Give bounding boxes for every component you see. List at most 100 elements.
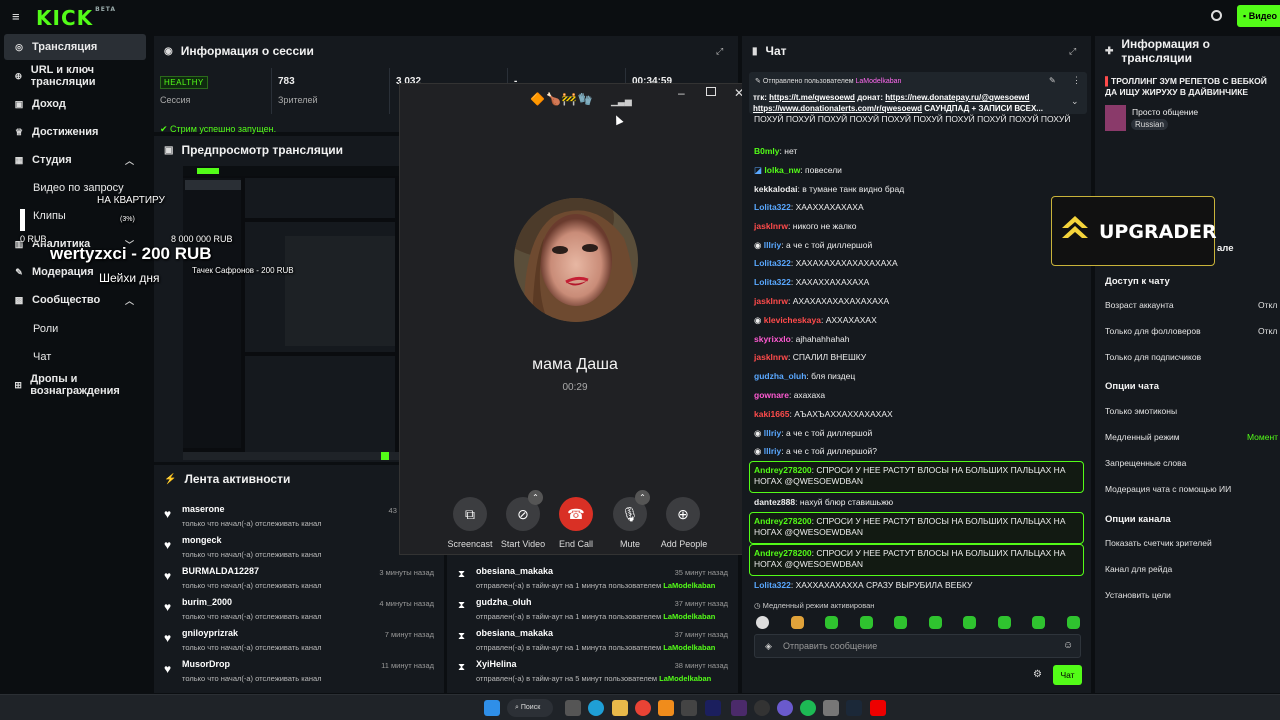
feed-user[interactable]: maserone	[182, 504, 225, 514]
sidebar-item-studio[interactable]: ▦ Студия ︿	[4, 147, 146, 173]
chat-message: jasklnrw: СПАЛИЛ ВНЕШКУ	[754, 352, 867, 362]
kick-logo[interactable]: KICK BETA	[36, 6, 116, 30]
help-icon[interactable]	[1211, 10, 1222, 21]
expand-icon[interactable]: ⤢	[716, 46, 723, 57]
emote-icon[interactable]	[756, 616, 769, 629]
badge-icon: ◉	[754, 240, 764, 250]
feed-user[interactable]: obesiana_makaka	[476, 566, 553, 576]
feed-user[interactable]: gudzha_oluh	[476, 597, 532, 607]
chat-message: ◉ lllriy: а че с той диллершой?	[754, 446, 877, 456]
feed-user[interactable]: MusorDrop	[182, 659, 230, 669]
chevron-down-icon[interactable]: ⌄	[1071, 96, 1079, 107]
stream-preview-video[interactable]	[183, 166, 399, 460]
emote-icon[interactable]	[1067, 616, 1080, 629]
badge-icon: ◉	[754, 428, 764, 438]
pin-toggle-icon[interactable]: ✎	[1049, 76, 1056, 85]
setting-label[interactable]: Канал для рейда	[1105, 564, 1172, 574]
chat-input[interactable]: ◈ Отправить сообщение ☺	[754, 634, 1081, 658]
sidebar-item-achievements[interactable]: ♕ Достижения	[4, 119, 146, 145]
spotify-icon[interactable]	[800, 700, 816, 716]
add-people-button[interactable]: ⊕	[666, 497, 700, 531]
feed-user[interactable]: mongeck	[182, 535, 222, 545]
video-button[interactable]: ▪ Видео	[1237, 5, 1280, 27]
emote-icon[interactable]	[998, 616, 1011, 629]
taskbar-search[interactable]: ⌕ Поиск	[507, 699, 553, 717]
feed-user[interactable]: XyiHelina	[476, 659, 517, 669]
video-options-chevron-icon[interactable]: ⌃	[528, 490, 543, 505]
minimize-icon[interactable]: –	[678, 86, 685, 100]
emote-icon[interactable]	[825, 616, 838, 629]
upgrader-banner: UPGRADER	[1051, 196, 1217, 266]
chat-message: jasklnrw: никого не жалко	[754, 221, 857, 231]
category-name[interactable]: Просто общение	[1132, 107, 1198, 117]
chat-settings-icon[interactable]: ⚙	[1033, 669, 1042, 680]
emote-icon[interactable]	[860, 616, 873, 629]
chat-send-button[interactable]: Чат	[1053, 665, 1082, 685]
expand-icon[interactable]: ⤢	[1069, 46, 1076, 57]
edge-icon[interactable]	[588, 700, 604, 716]
app-icon[interactable]	[731, 700, 747, 716]
setting-label: Модерация чата с помощью ИИ	[1105, 484, 1232, 494]
sidebar-item-broadcast[interactable]: ◎ Трансляция	[4, 34, 146, 60]
windows-start-icon[interactable]	[484, 700, 500, 716]
hourglass-icon: ⧗	[458, 600, 466, 611]
feed-user[interactable]: gniloyprizrak	[182, 628, 238, 638]
feed-time: 38 минут назад	[674, 661, 728, 670]
emote-icon[interactable]	[963, 616, 976, 629]
audition-icon[interactable]	[705, 700, 721, 716]
slow-mode-notice: ◷ Медленный режим активирован	[754, 601, 875, 610]
hamburger-menu-icon[interactable]: ≡	[12, 9, 20, 24]
setting-label[interactable]: Установить цели	[1105, 590, 1171, 600]
youtube-icon[interactable]	[870, 700, 886, 716]
puzzle-icon: ✚	[1105, 45, 1114, 57]
preview-thumb-highlight	[381, 452, 389, 460]
chat-message: Andrey278200: СПРОСИ У НЕЕ РАСТУТ ВЛОСЫ …	[754, 465, 1066, 486]
app-icon[interactable]	[823, 700, 839, 716]
emoji-icon[interactable]: ☺	[1063, 640, 1073, 651]
hourglass-icon: ⧗	[458, 569, 466, 580]
app-icon[interactable]	[754, 700, 770, 716]
shield-icon: ◈	[765, 641, 772, 651]
stream-status: ✔ Стрим успешно запущен.	[160, 124, 276, 135]
feed-user[interactable]: burim_2000	[182, 597, 232, 607]
feed-desc: только что начал(-а) отслеживать канал	[182, 519, 322, 528]
language-tag: Russian	[1131, 119, 1168, 130]
sidebar-item-chat[interactable]: Чат	[4, 344, 146, 370]
chrome-icon[interactable]	[635, 700, 651, 716]
emote-icon[interactable]	[929, 616, 942, 629]
task-view-icon[interactable]	[565, 700, 581, 716]
hourglass-icon: ⧗	[458, 631, 466, 642]
app-icon[interactable]	[777, 700, 793, 716]
mic-options-chevron-icon[interactable]: ⌃	[635, 490, 650, 505]
heart-icon: ♥	[164, 507, 172, 521]
steam-icon[interactable]	[846, 700, 862, 716]
emote-icon[interactable]	[894, 616, 907, 629]
sidebar-item-drops[interactable]: ⊞ Дропы и вознаграждения	[4, 372, 146, 398]
app-icon[interactable]	[658, 700, 674, 716]
app-icon[interactable]	[681, 700, 697, 716]
feed-user[interactable]: obesiana_makaka	[476, 628, 553, 638]
more-icon[interactable]: ⋮	[1072, 75, 1081, 86]
setting-value[interactable]: Откл	[1258, 300, 1277, 310]
setting-value[interactable]: Откл	[1258, 326, 1277, 336]
pinned-message[interactable]: ✎ Отправлено пользователем LaModelkaban …	[749, 72, 1087, 114]
overlay-goal-percent: (3%)	[120, 216, 135, 223]
feed-desc: только что начал(-а) отслеживать канал	[182, 612, 322, 621]
feed-user[interactable]: BURMALDA12287	[182, 566, 259, 576]
sidebar-item-roles[interactable]: Роли	[4, 316, 146, 342]
wrench-icon: ✎	[15, 267, 23, 277]
emote-icon[interactable]	[1032, 616, 1045, 629]
broadcast-icon: ◎	[15, 42, 23, 52]
emote-icon[interactable]	[791, 616, 804, 629]
explorer-icon[interactable]	[612, 700, 628, 716]
badge-icon: ◉	[754, 446, 764, 456]
sidebar-item-community[interactable]: ▩ Сообщество ︿	[4, 287, 146, 313]
chat-message: Lolita322: ХАХАХХАХАХАХА	[754, 277, 870, 287]
sidebar-item-income[interactable]: ▣ Доход	[4, 91, 146, 117]
maximize-icon[interactable]	[706, 87, 716, 96]
end-call-button[interactable]: ☎	[559, 497, 593, 531]
setting-value[interactable]: Момент	[1247, 432, 1278, 442]
setting-label[interactable]: Показать счетчик зрителей	[1105, 538, 1212, 548]
screencast-button[interactable]: ⧉	[453, 497, 487, 531]
sidebar-item-url-key[interactable]: ⊕ URL и ключ трансляции	[4, 63, 146, 89]
